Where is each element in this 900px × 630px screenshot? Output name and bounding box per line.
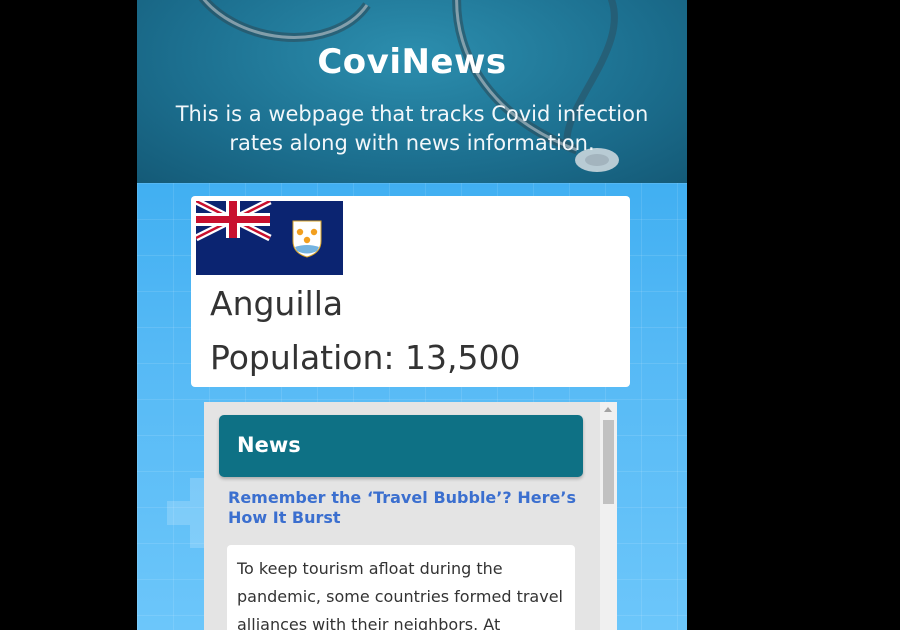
news-header: News — [219, 415, 583, 477]
news-article-title-link[interactable]: Remember the ‘Travel Bubble’? Here’s How… — [228, 488, 576, 528]
hero-header: CoviNews This is a webpage that tracks C… — [137, 0, 687, 183]
page: CoviNews This is a webpage that tracks C… — [137, 0, 687, 630]
union-jack — [196, 201, 272, 242]
scroll-up-arrow-icon[interactable] — [604, 407, 612, 412]
site-subtitle: This is a webpage that tracks Covid infe… — [175, 102, 649, 155]
population-value: 13,500 — [405, 338, 521, 377]
population-label: Population: — [210, 338, 395, 377]
news-scrollbar[interactable] — [600, 402, 617, 630]
country-name: Anguilla — [210, 284, 344, 323]
country-card: Anguilla Population: 13,500 — [191, 196, 630, 387]
news-heading: News — [237, 433, 301, 457]
anguilla-flag-icon — [196, 201, 343, 275]
anguilla-shield — [292, 220, 322, 258]
news-article-summary: To keep tourism afloat during the pandem… — [227, 545, 575, 630]
site-title: CoviNews — [317, 42, 507, 82]
news-panel[interactable]: News Remember the ‘Travel Bubble’? Here’… — [204, 402, 617, 630]
scrollbar-thumb[interactable] — [603, 420, 614, 504]
population: Population: 13,500 — [210, 338, 520, 377]
